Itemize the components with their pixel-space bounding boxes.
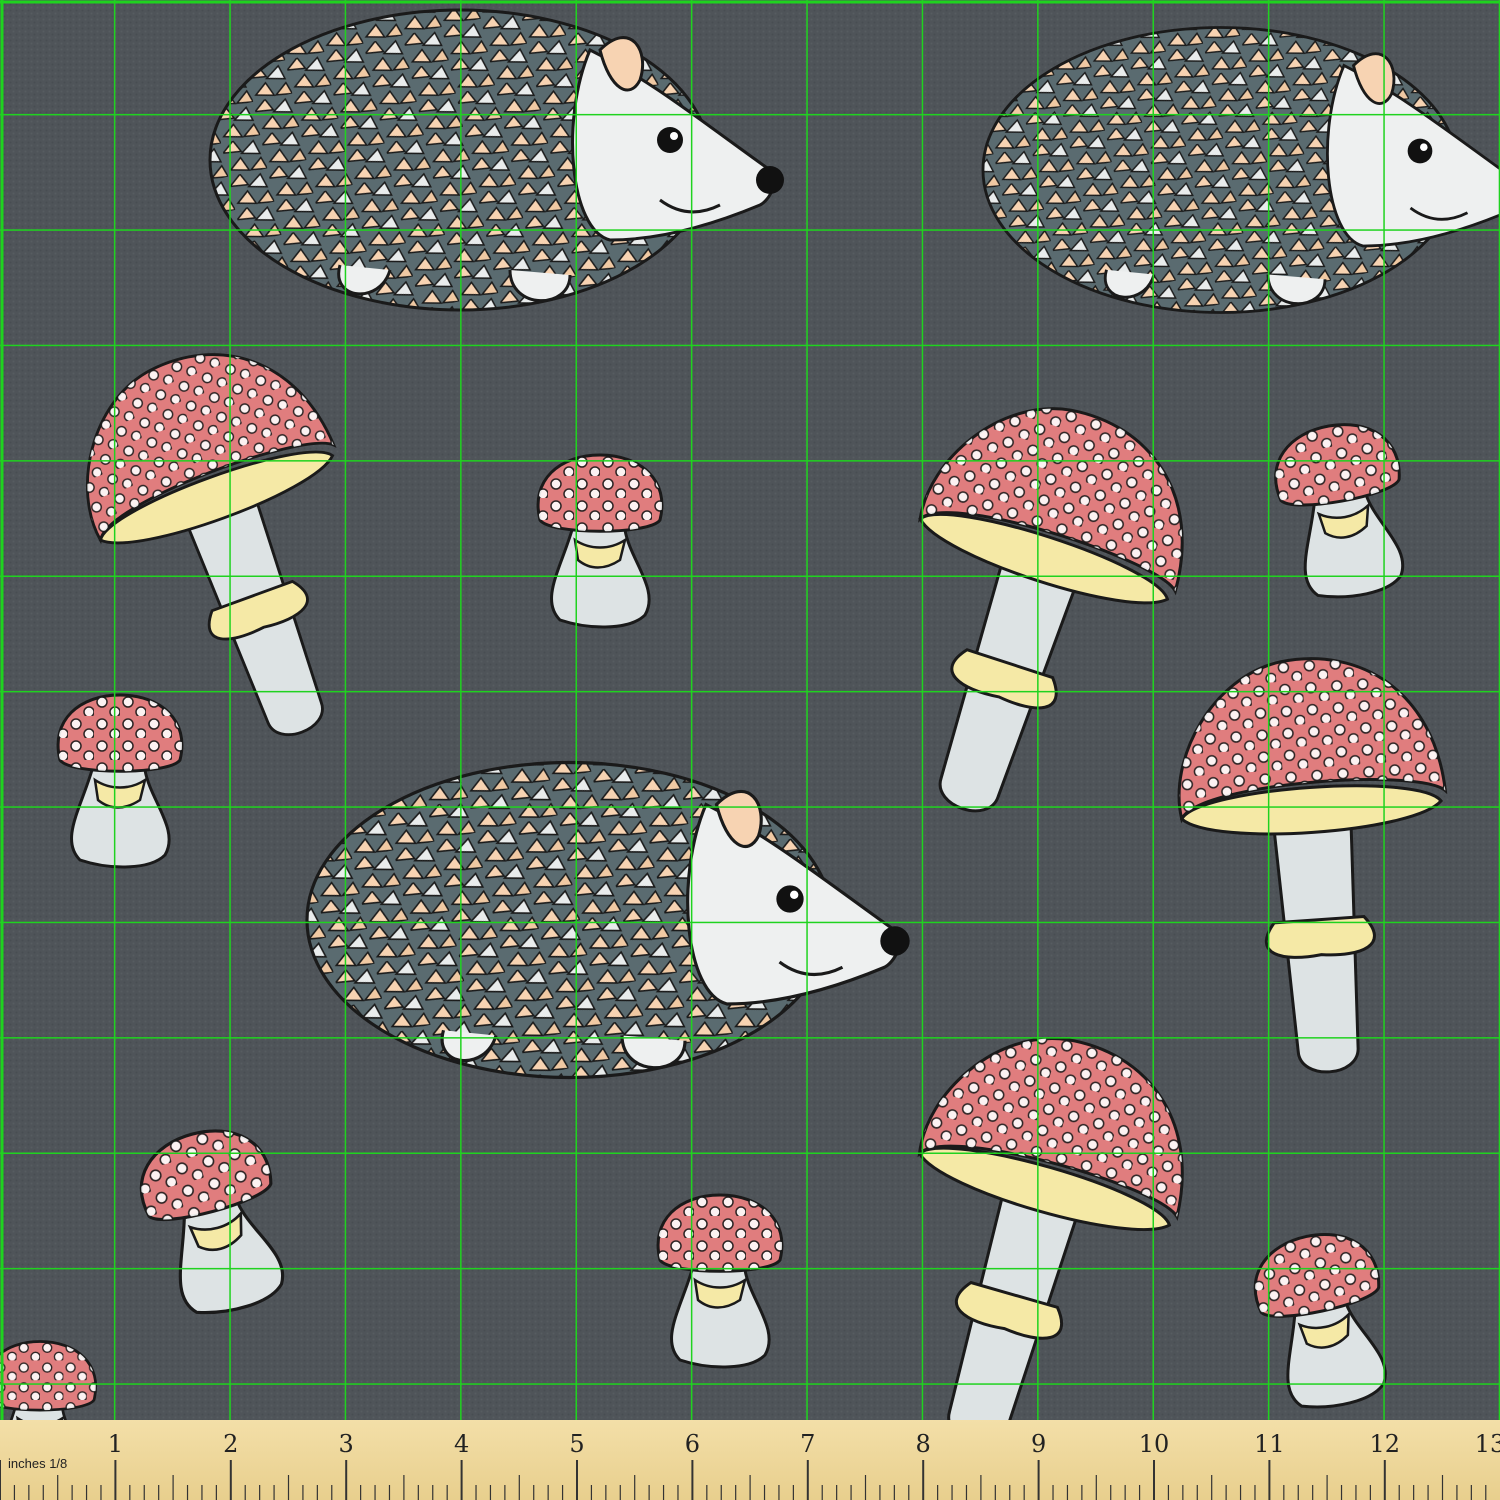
- ruler-number: 8: [916, 1430, 931, 1458]
- ruler-number: 7: [800, 1430, 815, 1458]
- ruler-numbers: 1 2 3 4 5 6 7 8 9 10 11 12 13: [108, 1430, 1500, 1458]
- ruler-number: 6: [685, 1430, 700, 1458]
- ruler-number: 5: [569, 1430, 584, 1458]
- measurement-grid: [0, 0, 1500, 1420]
- ruler-number: 9: [1031, 1430, 1046, 1458]
- ruler: inches 1/8 1 2 3 4 5 6 7 8 9 10 11 12 13: [0, 1420, 1500, 1500]
- ruler-ticks: [0, 1460, 1487, 1500]
- ruler-number: 12: [1370, 1430, 1401, 1458]
- ruler-number: 13: [1475, 1430, 1500, 1458]
- ruler-number: 4: [454, 1430, 469, 1458]
- ruler-number: 11: [1254, 1430, 1285, 1458]
- ruler-unit-label: inches 1/8: [8, 1456, 67, 1471]
- ruler-number: 1: [108, 1430, 123, 1458]
- ruler-number: 3: [339, 1430, 354, 1458]
- ruler-number: 2: [223, 1430, 238, 1458]
- ruler-number: 10: [1139, 1430, 1170, 1458]
- fabric-preview: inches 1/8 1 2 3 4 5 6 7 8 9 10 11 12 13: [0, 0, 1500, 1500]
- fabric-pattern: [0, 0, 1500, 1420]
